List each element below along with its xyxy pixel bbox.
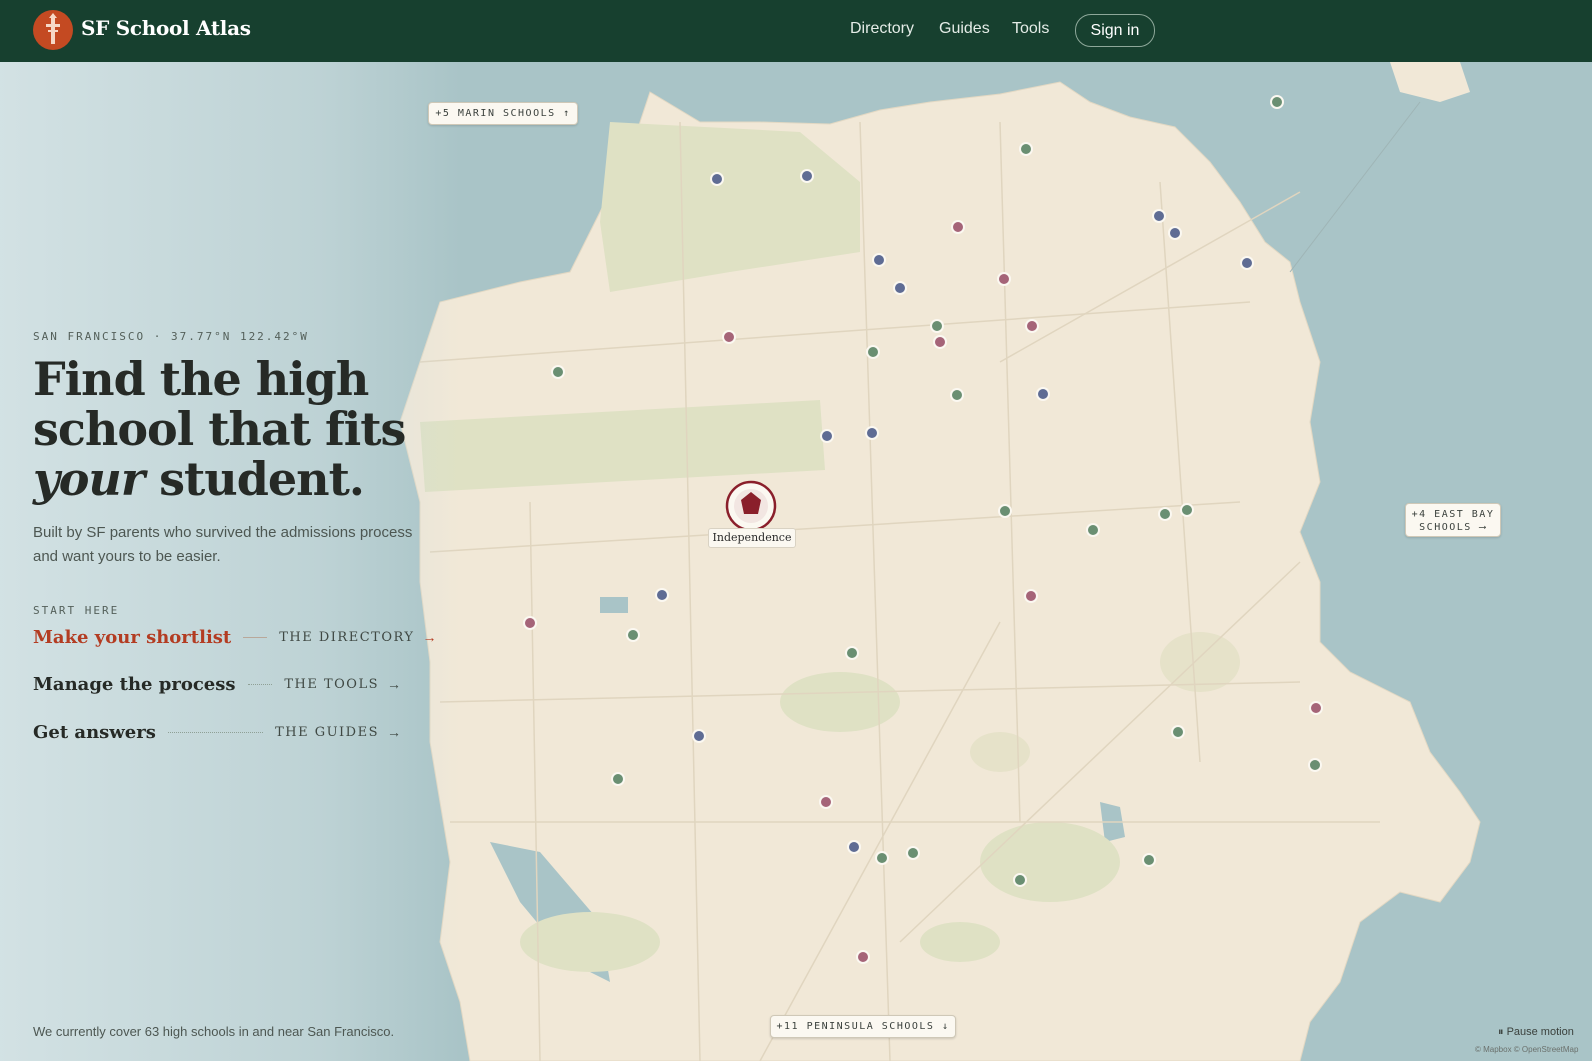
school-marker[interactable]	[1152, 209, 1166, 223]
school-marker[interactable]	[551, 365, 565, 379]
cta-destination: THE DIRECTORY	[279, 629, 415, 645]
east-bay-schools-pill[interactable]: +4 EAST BAY SCHOOLS ⟶	[1405, 503, 1501, 537]
school-marker[interactable]	[872, 253, 886, 267]
cta-title: Manage the process	[33, 673, 236, 695]
nav-guides[interactable]: Guides	[939, 20, 990, 38]
logo-icon[interactable]	[33, 10, 73, 50]
school-marker[interactable]	[1142, 853, 1156, 867]
school-marker[interactable]	[1270, 95, 1284, 109]
school-marker[interactable]	[866, 345, 880, 359]
start-here-label: START HERE	[33, 604, 120, 617]
school-marker[interactable]	[1013, 873, 1027, 887]
school-marker[interactable]	[1309, 701, 1323, 715]
selected-school-label[interactable]: Independence	[708, 528, 796, 548]
school-marker[interactable]	[856, 950, 870, 964]
school-marker[interactable]	[997, 272, 1011, 286]
school-marker[interactable]	[951, 220, 965, 234]
map-attribution: © Mapbox © OpenStreetMap	[1475, 1045, 1579, 1054]
school-marker[interactable]	[1019, 142, 1033, 156]
school-marker[interactable]	[1025, 319, 1039, 333]
school-marker[interactable]	[1168, 226, 1182, 240]
school-marker[interactable]	[847, 840, 861, 854]
cta-title: Make your shortlist	[33, 626, 232, 648]
school-marker[interactable]	[1308, 758, 1322, 772]
title-emphasis: your	[33, 452, 145, 506]
pause-icon: ⏸	[1498, 1026, 1504, 1038]
pause-label: Pause motion	[1506, 1026, 1574, 1038]
arrow-right-icon: →	[387, 724, 401, 740]
east-bay-pill-line1: +4 EAST BAY	[1411, 509, 1495, 520]
school-marker[interactable]	[692, 729, 706, 743]
arrow-right-icon: →	[422, 629, 437, 645]
cta-title: Get answers	[33, 721, 156, 743]
school-marker[interactable]	[820, 429, 834, 443]
school-marker[interactable]	[865, 426, 879, 440]
coverage-note: We currently cover 63 high schools in an…	[33, 1024, 395, 1039]
marin-schools-pill[interactable]: +5 MARIN SCHOOLS ↑	[428, 102, 578, 125]
divider	[167, 731, 264, 733]
school-marker[interactable]	[626, 628, 640, 642]
cta-get-answers[interactable]: Get answers THE GUIDES →	[33, 718, 401, 746]
cta-manage-process[interactable]: Manage the process THE TOOLS →	[33, 670, 401, 698]
east-bay-pill-line2: SCHOOLS ⟶	[1419, 522, 1487, 533]
title-line-3: student.	[144, 452, 365, 506]
cta-make-shortlist[interactable]: Make your shortlist THE DIRECTORY →	[33, 623, 436, 651]
school-marker[interactable]	[893, 281, 907, 295]
school-marker[interactable]	[998, 504, 1012, 518]
page-title: Find the high school that fits your stud…	[33, 352, 406, 506]
arrow-right-icon: →	[387, 676, 401, 692]
school-marker[interactable]	[819, 795, 833, 809]
title-line-1: Find the high	[33, 352, 369, 406]
nav-tools[interactable]: Tools	[1012, 20, 1049, 38]
pause-motion-button[interactable]: ⏸ Pause motion	[1498, 1026, 1574, 1039]
school-marker[interactable]	[611, 772, 625, 786]
school-marker[interactable]	[875, 851, 889, 865]
school-marker[interactable]	[1036, 387, 1050, 401]
selected-school-marker[interactable]	[725, 480, 777, 532]
school-marker[interactable]	[1180, 503, 1194, 517]
school-marker[interactable]	[845, 646, 859, 660]
school-marker[interactable]	[523, 616, 537, 630]
school-marker[interactable]	[710, 172, 724, 186]
location-coordinates: SAN FRANCISCO · 37.77°N 122.42°W	[33, 330, 309, 343]
cta-destination: THE TOOLS	[284, 676, 379, 692]
school-marker[interactable]	[1024, 589, 1038, 603]
sign-in-button[interactable]: Sign in	[1075, 14, 1155, 47]
page-subtitle: Built by SF parents who survived the adm…	[33, 524, 413, 565]
school-marker[interactable]	[1171, 725, 1185, 739]
top-navigation-bar: SF School Atlas Directory Guides Tools S…	[0, 0, 1592, 62]
title-line-2: school that fits	[33, 402, 406, 456]
nav-directory[interactable]: Directory	[850, 20, 914, 38]
school-marker[interactable]	[906, 846, 920, 860]
school-marker[interactable]	[933, 335, 947, 349]
school-marker[interactable]	[655, 588, 669, 602]
peninsula-schools-pill[interactable]: +11 PENINSULA SCHOOLS ↓	[770, 1015, 956, 1038]
divider	[247, 683, 273, 685]
brand-name[interactable]: SF School Atlas	[81, 16, 251, 40]
school-marker[interactable]	[1158, 507, 1172, 521]
school-marker[interactable]	[800, 169, 814, 183]
school-marker[interactable]	[1240, 256, 1254, 270]
school-marker[interactable]	[950, 388, 964, 402]
school-marker[interactable]	[722, 330, 736, 344]
school-marker[interactable]	[930, 319, 944, 333]
cta-destination: THE GUIDES	[275, 724, 379, 740]
school-marker[interactable]	[1086, 523, 1100, 537]
divider	[243, 636, 268, 638]
